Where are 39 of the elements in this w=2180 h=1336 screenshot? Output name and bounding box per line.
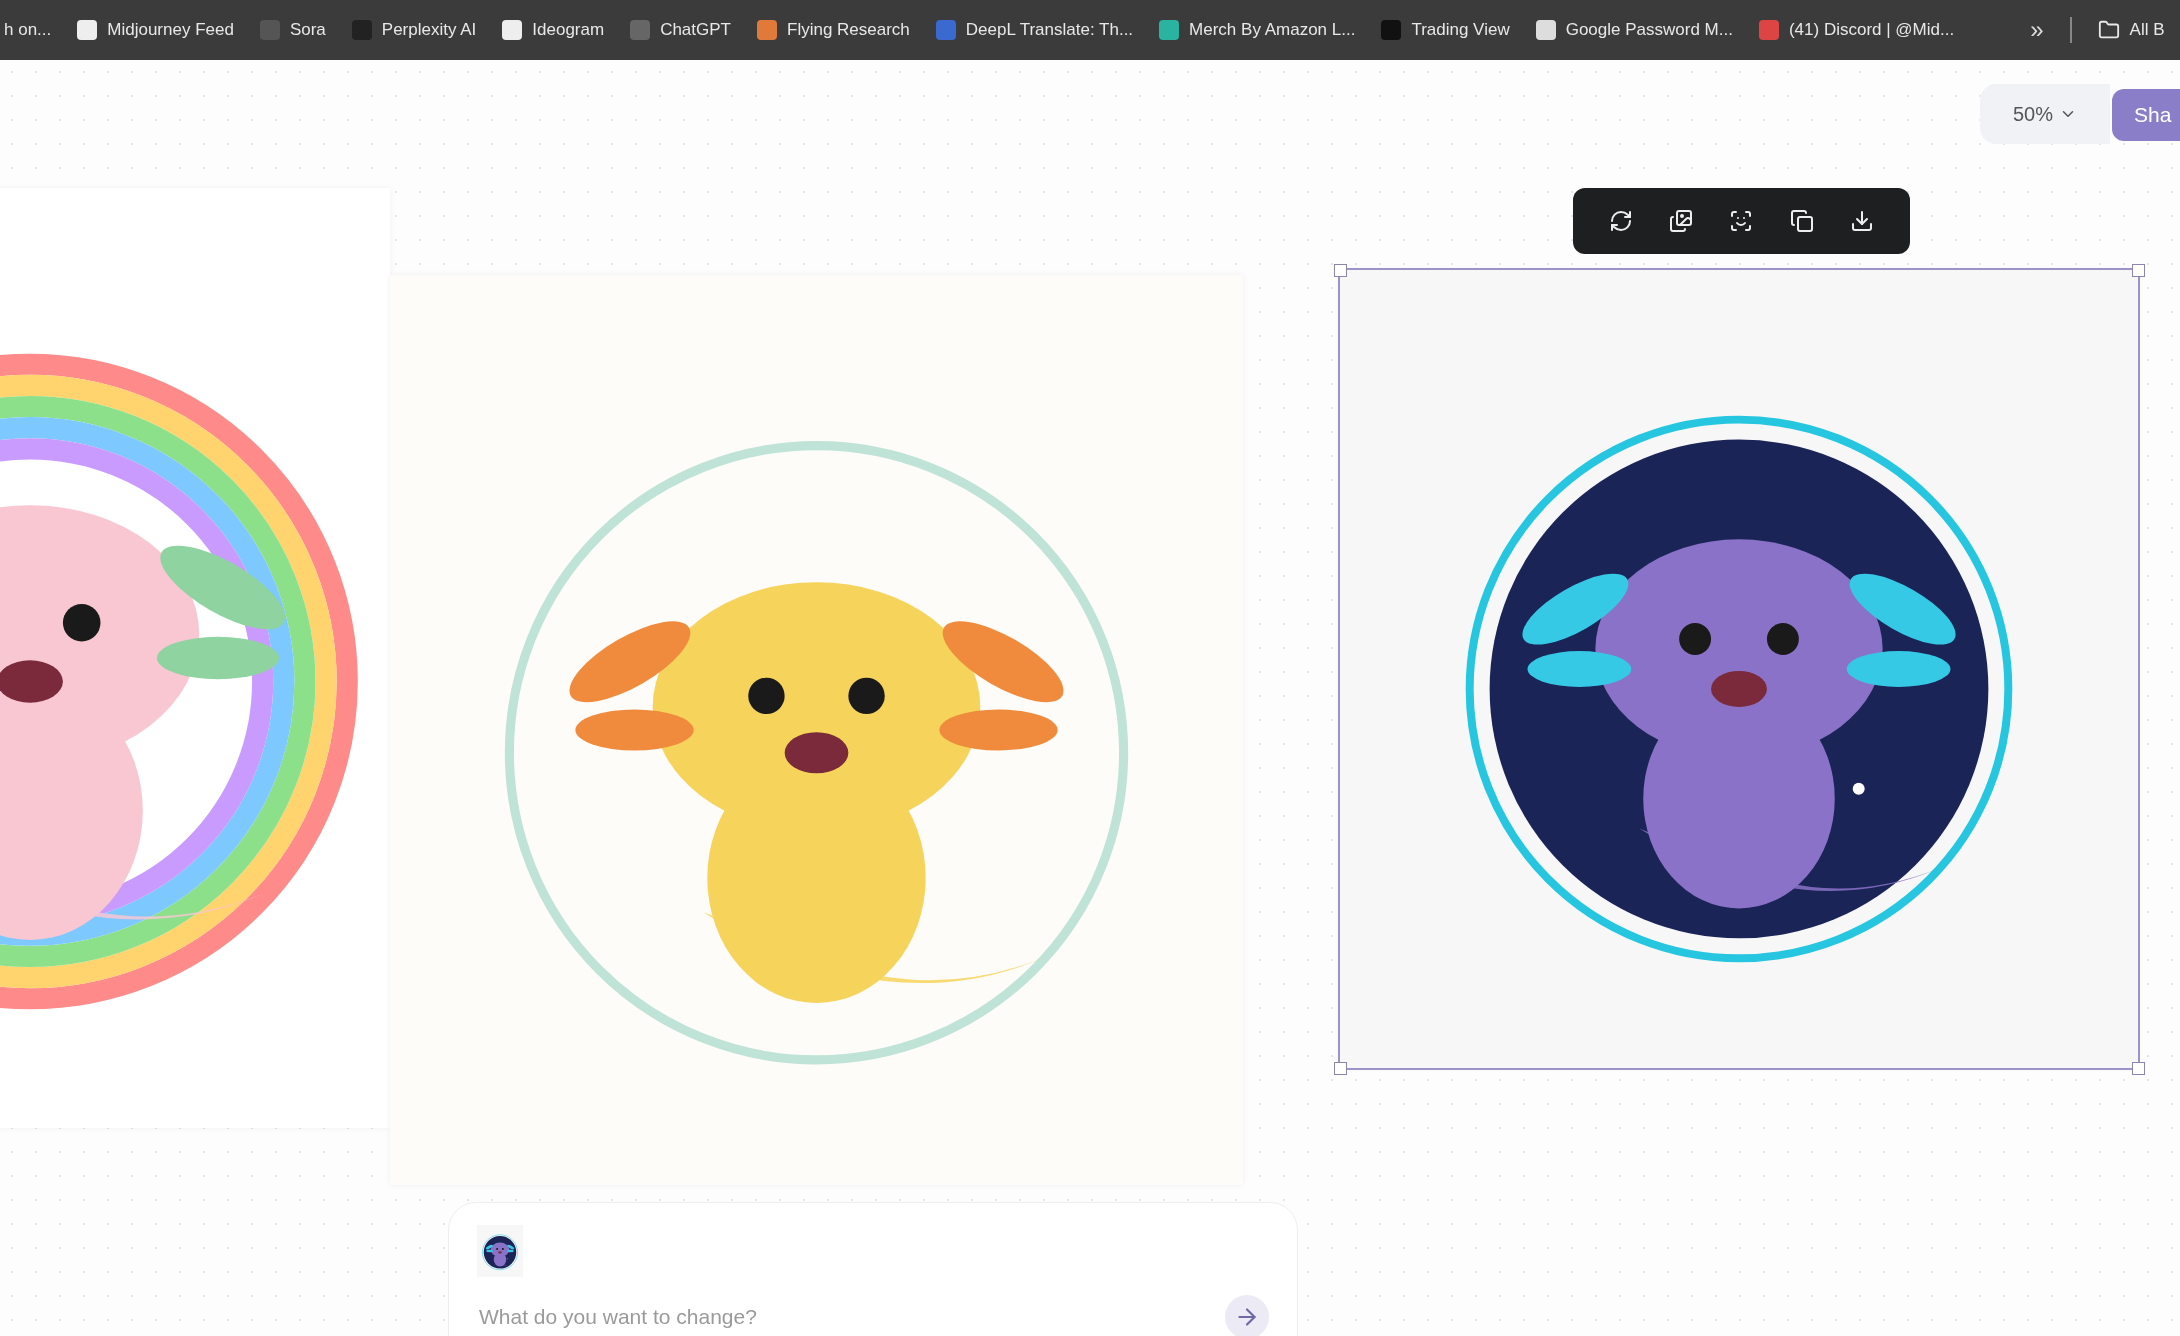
copy-icon bbox=[1789, 209, 1814, 233]
site-icon bbox=[1758, 20, 1779, 40]
resize-handle[interactable] bbox=[1334, 264, 1347, 277]
site-icon bbox=[935, 20, 956, 40]
bookmark[interactable]: DeepL Translate: Th... bbox=[935, 20, 1134, 40]
site-icon bbox=[1381, 20, 1402, 40]
bookmarks-folder[interactable]: All B bbox=[2097, 19, 2165, 41]
bookmark[interactable]: ChatGPT bbox=[630, 20, 731, 40]
bookmark[interactable]: Midjourney Feed bbox=[77, 20, 234, 40]
bookmark[interactable]: Google Password M... bbox=[1535, 20, 1733, 40]
resize-handle[interactable] bbox=[2132, 264, 2145, 277]
bookmark[interactable]: h on... bbox=[4, 20, 52, 40]
share-button[interactable]: Sha bbox=[2112, 89, 2180, 141]
bookmark[interactable]: Merch By Amazon L... bbox=[1159, 20, 1356, 40]
zoom-dropdown[interactable]: 50% bbox=[2007, 101, 2083, 127]
images-icon bbox=[1669, 209, 1694, 233]
face-icon bbox=[1729, 209, 1754, 233]
bookmark[interactable]: Flying Research bbox=[757, 20, 910, 40]
site-icon bbox=[502, 20, 523, 40]
send-button[interactable] bbox=[1225, 1295, 1269, 1336]
site-icon bbox=[259, 20, 280, 40]
bookmark[interactable]: (41) Discord | @Mid... bbox=[1758, 20, 1955, 40]
folder-icon bbox=[2097, 19, 2120, 41]
bookmark[interactable]: Ideogram bbox=[502, 20, 605, 40]
site-icon bbox=[77, 20, 98, 40]
site-icon bbox=[757, 20, 777, 40]
site-icon bbox=[1159, 20, 1180, 40]
prompt-input[interactable]: What do you want to change? bbox=[477, 1304, 1225, 1330]
site-icon bbox=[351, 20, 372, 40]
bookmark[interactable]: Sora bbox=[259, 20, 326, 40]
refresh-icon bbox=[1609, 209, 1634, 233]
bookmark[interactable]: Trading View bbox=[1381, 20, 1510, 40]
site-icon bbox=[1535, 20, 1556, 40]
bookmark[interactable]: Perplexity AI bbox=[351, 20, 477, 40]
resize-handle[interactable] bbox=[1334, 1062, 1347, 1075]
site-icon bbox=[630, 20, 651, 40]
resize-handle[interactable] bbox=[2132, 1062, 2145, 1075]
more-bookmarks-button[interactable]: » bbox=[2030, 16, 2044, 44]
download-icon bbox=[1849, 209, 1874, 233]
